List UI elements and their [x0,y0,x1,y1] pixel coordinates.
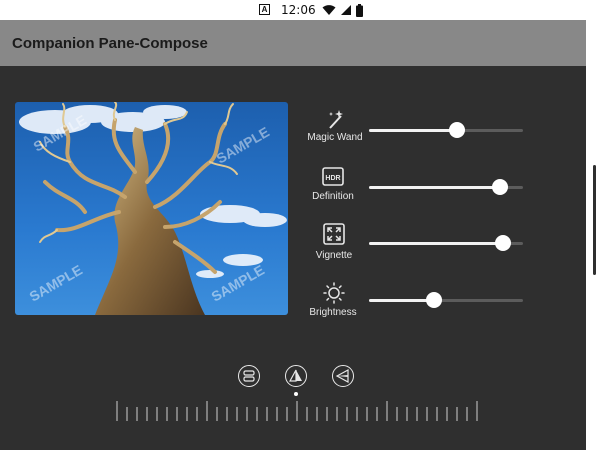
vignette-slider[interactable] [369,235,523,251]
magic-wand-icon [329,110,343,129]
scrollbar[interactable] [593,165,596,275]
definition-slider[interactable] [369,179,523,195]
slider-fill [369,129,457,132]
mode-selector [238,365,358,395]
brightness-slider[interactable] [369,292,523,308]
adjustment-magic-wand: Magic Wand [300,108,530,158]
photo-preview[interactable]: SAMPLE SAMPLE SAMPLE SAMPLE [15,102,288,315]
system-icons [322,3,363,17]
brightness-icon [323,282,345,304]
slider-fill [369,242,503,245]
signal-icon [341,5,351,15]
adjustment-definition: HDR Definition [300,166,530,216]
photo-of-bristlecone-pine: SAMPLE SAMPLE SAMPLE SAMPLE [15,102,288,315]
magic-wand-slider[interactable] [369,122,523,138]
angle-ruler[interactable] [116,400,478,422]
vignette-icon [323,223,345,245]
slider-thumb[interactable] [491,179,508,195]
status-bar: A 12:06 [0,0,586,20]
status-time: 12:06 [281,3,316,17]
layers-icon[interactable] [238,365,260,387]
slider-thumb[interactable] [425,292,442,308]
triangle-left-icon[interactable] [332,365,354,387]
slider-fill [369,299,434,302]
wifi-icon [322,5,336,15]
battery-icon [356,3,363,17]
adjustment-label: Definition [312,191,354,202]
adjustment-brightness: Brightness [300,282,530,332]
adjustment-vignette: Vignette [300,223,530,273]
slider-fill [369,186,500,189]
hdr-badge: HDR [325,175,340,182]
app-title: Companion Pane-Compose [12,35,208,52]
slider-thumb[interactable] [448,122,465,138]
adjustment-label: Brightness [309,307,357,318]
slider-thumb[interactable] [494,235,511,251]
adjustment-label: Magic Wand [307,132,363,143]
notification-app-icon: A [259,4,270,15]
app-bar: Companion Pane-Compose [0,20,586,66]
triangle-filter-icon[interactable] [285,365,307,387]
hdr-icon: HDR [322,167,344,186]
adjustment-label: Vignette [315,250,353,261]
app-window: A 12:06 Companion Pane-Compose SAMPLE SA… [0,0,586,450]
selected-mode-indicator [294,392,298,396]
